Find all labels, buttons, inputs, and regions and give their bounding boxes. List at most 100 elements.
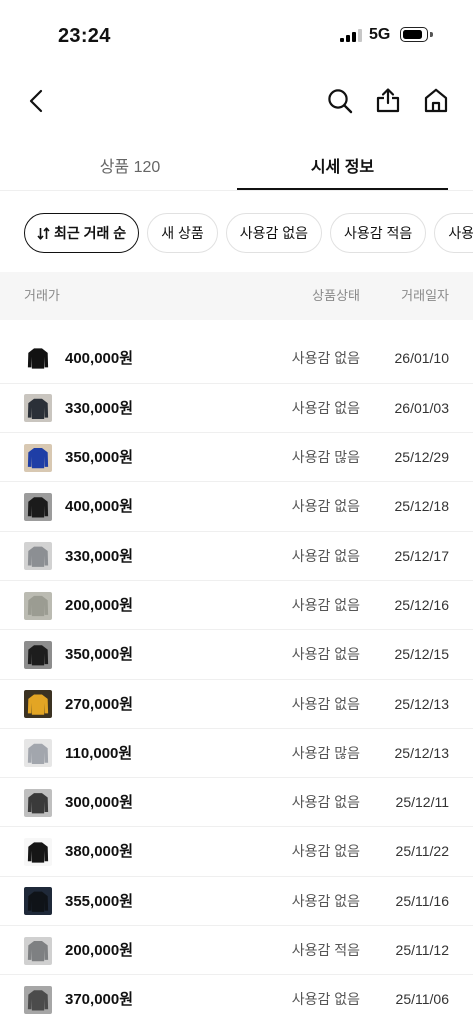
- row-condition: 사용감 없음: [291, 695, 360, 712]
- signal-bar: [340, 38, 344, 42]
- row-condition: 사용감 많음: [291, 449, 360, 466]
- jacket-image: [27, 793, 49, 814]
- signal-bar: [352, 32, 356, 42]
- jacket-image: [27, 891, 49, 912]
- column-header-date: 거래일자: [401, 288, 449, 303]
- jacket-image: [27, 743, 49, 765]
- filter-chip-new[interactable]: 새 상품: [147, 213, 218, 253]
- filter-chip-label: 사용감 적음: [344, 225, 413, 241]
- table-row: 380,000원 사용감 없음 25/11/22: [0, 826, 473, 875]
- row-condition: 사용감 많음: [291, 744, 360, 761]
- row-condition: 사용감 적음: [291, 942, 360, 959]
- tab-products[interactable]: 상품 120: [24, 140, 236, 190]
- filter-chip-bar[interactable]: 최근 거래 순 새 상품 사용감 없음 사용감 적음 사용감: [0, 213, 473, 253]
- tab-divider: [0, 190, 473, 191]
- row-condition: 사용감 없음: [291, 646, 360, 663]
- row-condition: 사용감 없음: [291, 399, 360, 416]
- table-row: 300,000원 사용감 없음 25/12/11: [0, 777, 473, 826]
- jacket-image: [27, 546, 49, 567]
- product-thumbnail[interactable]: [24, 394, 52, 423]
- sort-icon: [37, 226, 50, 240]
- product-thumbnail[interactable]: [24, 492, 52, 521]
- signal-bar: [346, 35, 350, 42]
- search-icon[interactable]: [327, 88, 353, 114]
- row-price: 200,000원: [65, 596, 134, 614]
- product-thumbnail[interactable]: [24, 591, 52, 620]
- product-thumbnail[interactable]: [24, 690, 52, 719]
- battery-icon: [400, 27, 428, 42]
- filter-chip-sort-recent[interactable]: 최근 거래 순: [24, 213, 140, 253]
- product-thumbnail[interactable]: [24, 443, 52, 472]
- row-date: 25/12/13: [394, 744, 450, 761]
- table-row: 350,000원 사용감 없음 25/12/15: [0, 629, 473, 678]
- row-price: 400,000원: [65, 349, 134, 367]
- chevron-left-icon[interactable]: [26, 89, 48, 113]
- table-row: 200,000원 사용감 적음 25/11/12: [0, 925, 473, 974]
- product-thumbnail[interactable]: [24, 887, 52, 916]
- product-thumbnail[interactable]: [24, 344, 52, 373]
- row-date: 25/12/29: [394, 449, 450, 466]
- filter-chip-heavily-used[interactable]: 사용감: [434, 213, 473, 253]
- column-header-condition: 상품상태: [312, 288, 360, 303]
- row-price: 110,000원: [65, 744, 133, 762]
- jacket-image: [27, 448, 49, 469]
- row-date: 25/12/16: [394, 596, 450, 613]
- row-date: 25/11/12: [395, 942, 449, 959]
- tab-market-price[interactable]: 시세 정보: [237, 140, 448, 190]
- row-price: 200,000원: [65, 942, 134, 960]
- filter-chip-label: 사용감: [448, 225, 473, 241]
- row-date: 25/12/18: [394, 498, 450, 515]
- row-date: 25/12/15: [394, 646, 450, 663]
- table-row: 355,000원 사용감 없음 25/11/16: [0, 875, 473, 925]
- product-thumbnail[interactable]: [24, 788, 52, 817]
- row-date: 25/11/06: [395, 991, 449, 1008]
- product-thumbnail[interactable]: [24, 739, 52, 768]
- filter-chip-unused[interactable]: 사용감 없음: [225, 213, 323, 253]
- home-icon[interactable]: [423, 87, 449, 113]
- status-time: 23:24: [58, 25, 111, 47]
- row-condition: 사용감 없음: [291, 991, 360, 1008]
- row-price: 355,000원: [65, 892, 134, 910]
- jacket-image: [27, 940, 49, 962]
- battery-cap: [430, 32, 433, 37]
- row-condition: 사용감 없음: [291, 349, 360, 366]
- product-thumbnail[interactable]: [24, 985, 52, 1014]
- row-date: 25/11/16: [395, 892, 449, 909]
- status-bar: 23:24 5G: [0, 0, 473, 70]
- filter-chip-lightly-used[interactable]: 사용감 적음: [330, 213, 427, 253]
- share-icon[interactable]: [375, 87, 401, 113]
- row-condition: 사용감 없음: [291, 498, 360, 515]
- product-thumbnail[interactable]: [24, 542, 52, 571]
- table-row: 270,000원 사용감 없음 25/12/13: [0, 678, 473, 728]
- table-row: 110,000원 사용감 많음 25/12/13: [0, 727, 473, 777]
- product-thumbnail[interactable]: [24, 838, 52, 867]
- table-row: 330,000원 사용감 없음 25/12/17: [0, 530, 473, 580]
- product-thumbnail[interactable]: [24, 640, 52, 669]
- signal-bar: [358, 29, 362, 42]
- row-condition: 사용감 없음: [291, 892, 360, 909]
- row-price: 330,000원: [65, 547, 134, 565]
- row-date: 25/12/17: [394, 547, 450, 564]
- table-row: 400,000원 사용감 없음 25/12/18: [0, 481, 473, 530]
- jacket-image: [27, 694, 49, 715]
- filter-chip-label: 사용감 없음: [239, 225, 309, 241]
- column-header-price: 거래가: [24, 288, 60, 303]
- table-row: 400,000원 사용감 없음 26/01/10: [0, 334, 473, 383]
- filter-chip-list: 최근 거래 순 새 상품 사용감 없음 사용감 적음 사용감: [0, 213, 473, 253]
- jacket-image: [27, 645, 49, 666]
- product-thumbnail[interactable]: [24, 936, 52, 965]
- jacket-image: [27, 595, 49, 617]
- row-price: 350,000원: [65, 449, 134, 467]
- row-price: 380,000원: [65, 843, 134, 861]
- row-condition: 사용감 없음: [291, 596, 360, 613]
- table-row: 200,000원 사용감 없음 25/12/16: [0, 579, 473, 629]
- filter-chip-label: 최근 거래 순: [54, 225, 127, 241]
- row-price: 300,000원: [65, 794, 134, 812]
- row-price: 350,000원: [65, 646, 134, 664]
- table-header: 거래가 상품상태 거래일자: [0, 272, 473, 320]
- jacket-image: [27, 497, 49, 518]
- row-date: 26/01/10: [394, 349, 450, 366]
- row-date: 26/01/03: [394, 399, 450, 416]
- table-row: 350,000원 사용감 많음 25/12/29: [0, 432, 473, 481]
- filter-chip-label: 새 상품: [161, 225, 204, 241]
